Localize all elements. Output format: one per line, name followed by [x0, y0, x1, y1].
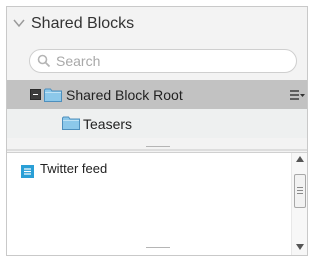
panel-title: Shared Blocks — [31, 15, 135, 32]
folder-icon — [62, 116, 80, 130]
panel-header[interactable]: Shared Blocks — [7, 7, 307, 43]
tree-item-label: Shared Block Root — [66, 87, 183, 103]
tree-item-label: Teasers — [83, 116, 133, 132]
search-box[interactable] — [29, 49, 297, 73]
resize-handle[interactable] — [146, 146, 170, 147]
shared-blocks-panel: Shared Blocks Shared Block Root Teasers — [6, 6, 308, 256]
collapse-toggle-icon[interactable] — [30, 89, 41, 100]
block-icon — [21, 165, 34, 178]
divider — [7, 149, 307, 151]
thumb-grip-line — [297, 190, 303, 191]
vertical-scrollbar[interactable] — [291, 153, 307, 255]
tree-item-shared-block-root[interactable]: Shared Block Root — [7, 80, 307, 109]
thumb-grip-line — [297, 187, 303, 188]
scroll-up-arrow-icon[interactable] — [296, 156, 304, 162]
tree-item-teasers[interactable]: Teasers — [7, 109, 307, 138]
thumb-grip-line — [297, 193, 303, 194]
search-input[interactable] — [56, 51, 286, 71]
context-menu-icon[interactable] — [289, 88, 305, 102]
search-icon — [37, 54, 51, 68]
resize-handle[interactable] — [146, 247, 170, 248]
scroll-down-arrow-icon[interactable] — [296, 244, 304, 250]
folder-icon — [44, 88, 62, 102]
blocks-list: Twitter feed — [7, 152, 307, 255]
list-item-label: Twitter feed — [40, 161, 108, 176]
chevron-down-icon[interactable] — [13, 18, 25, 28]
scroll-thumb[interactable] — [294, 174, 306, 208]
